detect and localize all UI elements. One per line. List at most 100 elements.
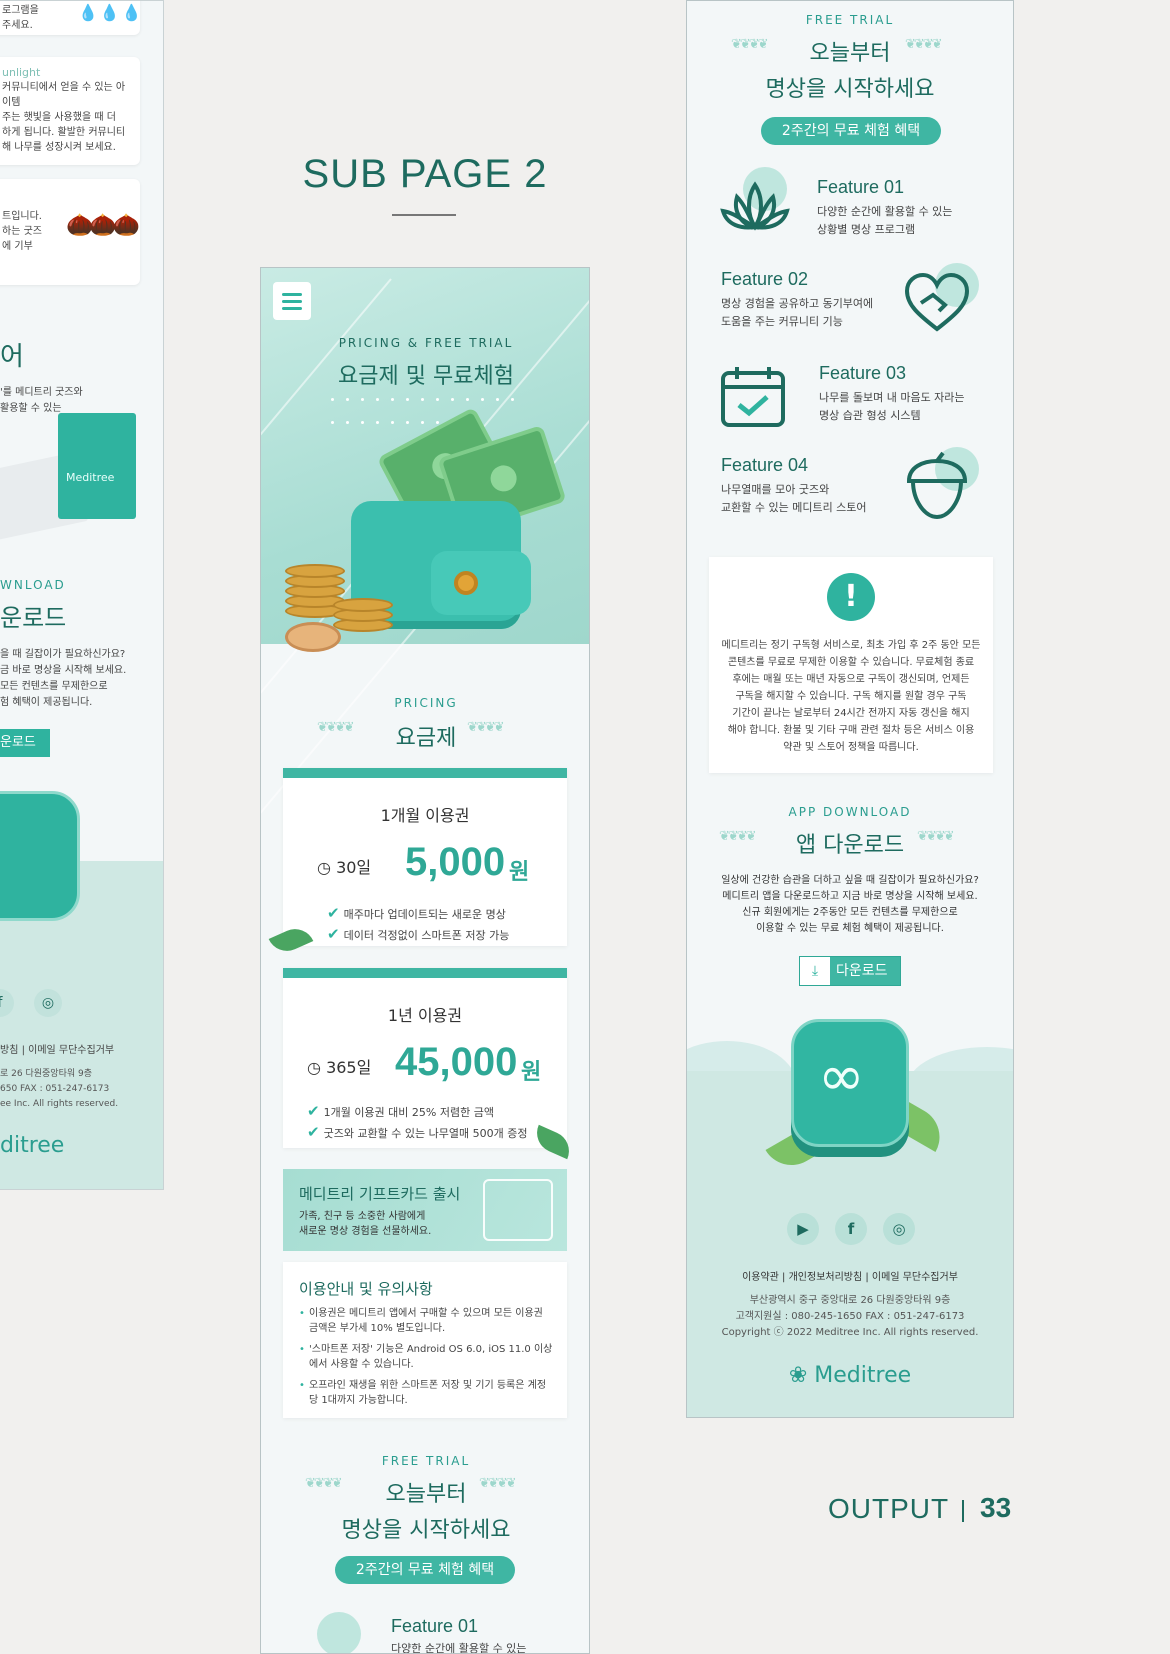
notice-item: 오프라인 재생을 위한 스마트폰 저장 및 기기 등록은 계정 당 1대까지 가… xyxy=(299,1378,555,1408)
coin-image xyxy=(333,598,393,612)
subscription-info-text: 메디트리는 정기 구독형 서비스로, 최초 가입 후 2주 동안 모든 콘텐츠를… xyxy=(721,637,981,756)
plan-price: 45,000 xyxy=(395,1040,518,1084)
notice-title: 이용안내 및 유의사항 xyxy=(299,1280,433,1298)
download-icon: ⤓ xyxy=(800,957,830,985)
trial-title-line-2: 명상을 시작하세요 xyxy=(765,77,935,102)
left-dl-line-3: 모든 컨텐츠를 무제한으로 xyxy=(0,681,108,692)
app-download-desc: 일상에 건강한 습관을 더하고 싶을 때 길잡이가 필요하신가요? 메디트리 앱… xyxy=(687,873,1013,937)
footer-logo-text: Meditree xyxy=(814,1363,912,1388)
plan-price-unit: 원 xyxy=(521,1060,542,1085)
trial-title-line-1: 오늘부터 xyxy=(809,41,891,66)
notice-item: '스마트폰 저장' 기능은 Android OS 6.0, iOS 11.0 이… xyxy=(299,1342,555,1372)
pricing-title: 요금제 xyxy=(395,726,457,751)
plan-name: 1개월 이용권 xyxy=(380,806,470,825)
feature-desc: 나무를 돌보며 내 마음도 자라는 명상 습관 형성 시스템 xyxy=(819,389,965,425)
hero-title: 요금제 및 무료체험 xyxy=(338,364,514,389)
feature-desc-line-1: 나무열매를 모아 굿즈와 xyxy=(721,483,830,496)
plan-feature: ✔ 1개월 이용권 대비 25% 저렴한 금액 xyxy=(307,1102,494,1120)
check-icon: ✔ xyxy=(327,904,340,922)
instagram-icon[interactable]: ◎ xyxy=(883,1213,915,1245)
feature-desc-line-2: 명상 습관 형성 시스템 xyxy=(819,409,921,422)
gift-hand-icon xyxy=(483,1179,553,1241)
pricing-phone-screen: PRICING & FREE TRIAL 요금제 및 무료체험 PRICING … xyxy=(260,267,590,1654)
check-icon: ✔ xyxy=(307,1102,320,1120)
check-icon: ✔ xyxy=(327,925,340,943)
left-dl-line-4: 험 혜택이 제공됩니다. xyxy=(0,697,93,708)
trial-phone-screen: FREE TRIAL ❦❦❦❦ 오늘부터 ❦❦❦❦ 명상을 시작하세요 2주간의… xyxy=(686,0,1014,1418)
footer-copyright: Copyright ⓒ 2022 Meditree Inc. All right… xyxy=(721,1327,979,1338)
heart-hands-icon xyxy=(904,272,970,332)
plan-price-unit: 원 xyxy=(509,860,530,885)
notice-card: 이용안내 및 유의사항 이용권은 메디트리 앱에서 구매할 수 있으며 모든 이… xyxy=(283,1262,567,1418)
gift-card-desc: 가족, 친구 등 소중한 사람에게 새로운 명상 경험을 선물하세요. xyxy=(299,1209,431,1239)
sub-page-title: SUB PAGE 2 xyxy=(302,152,548,196)
feature-desc-line-2: 교환할 수 있는 메디트리 스토어 xyxy=(721,501,867,514)
footer-links[interactable]: 이용약관 | 개인정보처리방침 | 이메일 무단수집거부 xyxy=(687,1268,1013,1283)
left-phone-preview: 로그램을 주세요. 💧💧💧 unlight 커뮤니티에서 얻을 수 있는 아이템… xyxy=(0,0,164,1190)
plan-duration: ◷ 30일 xyxy=(317,854,371,878)
water-drops-icon: 💧💧💧 xyxy=(78,3,144,22)
feature-title: Feature 02 xyxy=(721,269,809,289)
output-label: OUTPUT xyxy=(828,1493,950,1524)
info-line: 해야 합니다. 환불 및 기타 구매 관련 절차 등은 서비스 이용 xyxy=(727,725,975,736)
feature-desc: 다양한 순간에 활용할 수 있는 상황별 명상 프로그램 xyxy=(817,203,952,239)
plan-duration-text: 30일 xyxy=(336,858,372,877)
download-button[interactable]: ⤓ 다운로드 xyxy=(799,956,901,986)
trial-title-line-2: 명상을 시작하세요 xyxy=(341,1518,511,1543)
teal-bag-image xyxy=(58,413,136,519)
dl-desc-line: 신규 회원에게는 2주동안 모든 컨텐츠를 무제한으로 xyxy=(742,907,958,918)
footer-logo: ❀ Meditree xyxy=(687,1363,1013,1388)
dl-desc-line: 메디트리 앱을 다운로드하고 지금 바로 명상을 시작해 보세요. xyxy=(722,891,978,902)
info-line: 콘텐츠를 무료로 무제한 이용할 수 있습니다. 무료체험 종료 xyxy=(727,657,975,668)
plan-feature-text: 굿즈와 교환할 수 있는 나무열매 500개 증정 xyxy=(323,1127,528,1140)
left-footer-info-3: ee Inc. All rights reserved. xyxy=(0,1099,119,1109)
wallet-flap xyxy=(431,551,531,615)
lotus-icon-bg xyxy=(317,1612,361,1653)
menu-icon[interactable] xyxy=(273,282,311,320)
footer-contact: 고객지원실 : 080-245-1650 FAX : 051-247-6173 xyxy=(735,1311,965,1322)
plan-feature-text: 매주마다 업데이트되는 새로운 명상 xyxy=(343,908,506,921)
left-download-heading: 운로드 xyxy=(0,604,67,632)
left-download-button[interactable]: 운로드 xyxy=(0,729,50,757)
wallet-clasp xyxy=(454,571,478,595)
gift-desc-line-2: 새로운 명상 경험을 선물하세요. xyxy=(299,1226,432,1237)
meditree-logo-icon: ∞ xyxy=(818,1044,865,1109)
acorn-icon xyxy=(906,451,968,520)
left-card-sunlight: unlight 커뮤니티에서 얻을 수 있는 아이템 주는 햇빛을 사용했을 때… xyxy=(0,57,140,165)
trial-badge: 2주간의 무료 체험 혜택 xyxy=(335,1556,515,1584)
feature-desc-line-1: 다양한 순간에 활용할 수 있는 xyxy=(817,205,953,218)
feature-desc-line-2: 상황별 명상 프로그램 xyxy=(817,223,916,236)
feature-desc: 명상 경험을 공유하고 동기부여에 도움을 주는 커뮤니티 기능 xyxy=(721,295,873,331)
youtube-icon[interactable]: ▶ xyxy=(787,1213,819,1245)
facebook-icon[interactable]: f xyxy=(835,1213,867,1245)
alert-icon: ! xyxy=(827,573,875,621)
dl-desc-line: 일상에 건강한 습관을 더하고 싶을 때 길잡이가 필요하신가요? xyxy=(721,875,979,886)
plan-duration: ◷ 365일 xyxy=(307,1054,371,1078)
feature-title: Feature 01 xyxy=(817,177,905,197)
instagram-icon[interactable]: ◎ xyxy=(34,989,62,1017)
sunlight-line-4: 해 나무를 성장시켜 보세요. xyxy=(2,142,116,153)
plan-card-yearly[interactable]: 1년 이용권 ◷ 365일 45,000 원 ✔ 1개월 이용권 대비 25% 저… xyxy=(283,968,567,1148)
feature-title: Feature 04 xyxy=(721,455,809,475)
info-line: 후에는 매월 또는 매년 자동으로 구독이 갱신되며, 언제든 xyxy=(732,674,970,685)
plan-feature: ✔ 굿즈와 교환할 수 있는 나무열매 500개 증정 xyxy=(307,1123,527,1141)
dl-desc-line: 이용할 수 있는 무료 체험 혜택이 제공됩니다. xyxy=(756,923,944,934)
plan-card-monthly[interactable]: 1개월 이용권 ◷ 30일 5,000 원 ✔ 매주마다 업데이트되는 새로운 명… xyxy=(283,768,567,946)
sunlight-title: unlight xyxy=(2,66,41,79)
gift-card-banner[interactable]: 메디트리 기프트카드 출시 가족, 친구 등 소중한 사람에게 새로운 명상 경… xyxy=(283,1169,567,1251)
footer-address: 부산광역시 중구 중앙대로 26 다원중앙타워 9층 xyxy=(749,1295,951,1306)
laurel-right-icon: ❦❦❦❦ xyxy=(905,37,943,52)
laurel-right-icon: ❦❦❦❦ xyxy=(467,720,505,735)
feature-desc-line-2: 도움을 주는 커뮤니티 기능 xyxy=(721,315,843,328)
left-footer-info-2: 650 FAX : 051-247-6173 xyxy=(0,1084,110,1094)
left-footer-info-1: 로 26 다원중앙타워 9층 xyxy=(0,1069,93,1079)
plan-duration-text: 365일 xyxy=(326,1058,372,1077)
info-line: 메디트리는 정기 구독형 서비스로, 최초 가입 후 2주 동안 모든 xyxy=(721,640,981,651)
clock-icon: ◷ xyxy=(307,1058,321,1077)
left-footer-links[interactable]: 방침 | 이메일 무단수집거부 xyxy=(0,1041,114,1056)
trial-badge: 2주간의 무료 체험 혜택 xyxy=(761,117,941,145)
app-download-title: 앱 다운로드 xyxy=(795,833,905,858)
laurel-right-icon: ❦❦❦❦ xyxy=(917,829,955,844)
info-line: 약관 및 스토어 정책을 따릅니다. xyxy=(783,742,919,753)
check-icon: ✔ xyxy=(307,1123,320,1141)
